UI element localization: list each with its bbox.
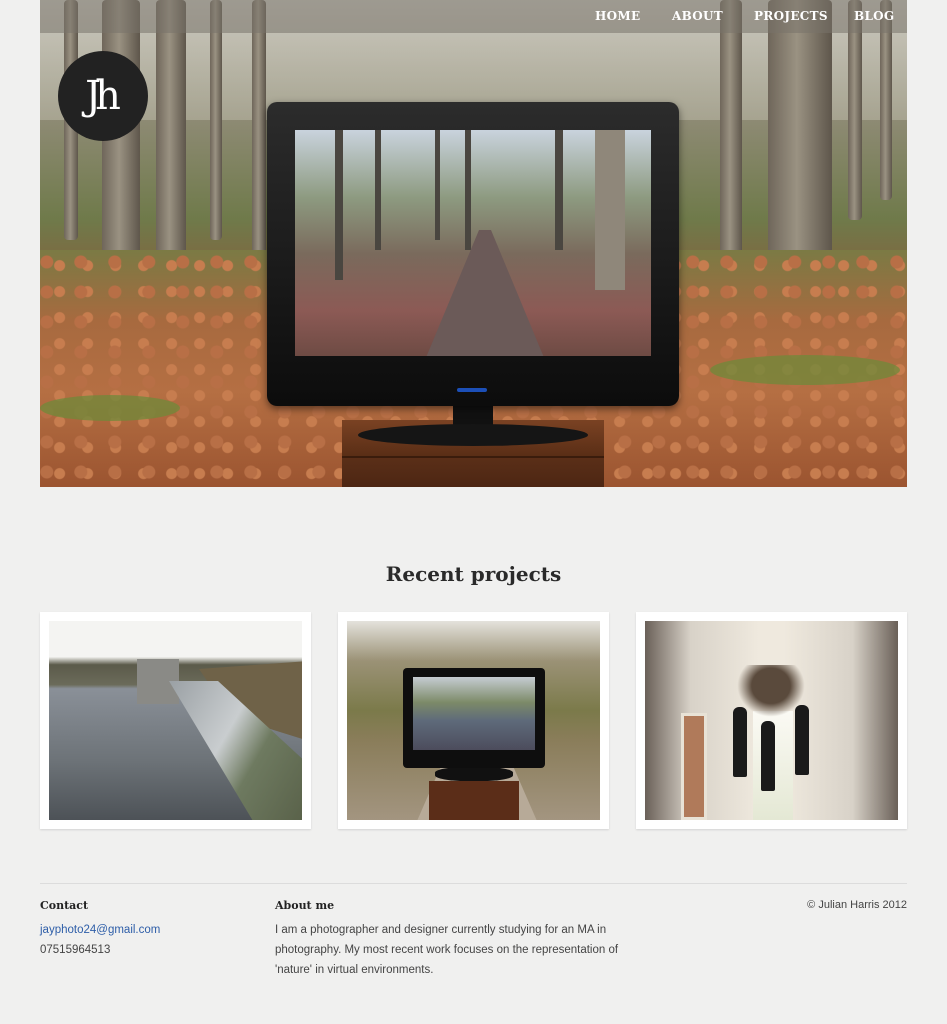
- project-card-reservoir[interactable]: [40, 612, 311, 829]
- about-me-line: photography. My most recent work focuses…: [275, 944, 619, 956]
- nav-blog-link[interactable]: BLOG: [854, 9, 894, 23]
- nav-about-link[interactable]: ABOUT: [672, 9, 723, 23]
- about-me-line: 'nature' in virtual environments.: [275, 964, 434, 976]
- hero-tv-screen: [295, 130, 651, 356]
- contact-phone: 07515964513: [40, 944, 111, 956]
- nav-home-link[interactable]: HOME: [595, 9, 640, 23]
- hero-tree: [252, 0, 266, 260]
- hero-tree: [210, 0, 222, 240]
- site-logo[interactable]: Jh: [58, 51, 148, 141]
- recent-projects-heading: Recent projects: [385, 562, 562, 586]
- project-thumbnail: [49, 621, 302, 820]
- tv-power-led: [457, 388, 487, 392]
- contact-details: jayphoto24@gmail.com 07515964513: [40, 920, 160, 960]
- project-card-corridor[interactable]: [636, 612, 907, 829]
- footer-divider: [40, 883, 907, 884]
- about-me-line: I am a photographer and designer current…: [275, 924, 607, 936]
- project-thumbnail: [645, 621, 898, 820]
- hero-image: [40, 0, 907, 487]
- project-thumbnail: [347, 621, 600, 820]
- about-me-text: I am a photographer and designer current…: [275, 920, 695, 980]
- hero-moss: [40, 395, 180, 421]
- contact-heading: Contact: [40, 899, 89, 912]
- project-card-television[interactable]: [338, 612, 609, 829]
- hero-tree: [720, 0, 742, 270]
- hero-tree: [848, 0, 862, 220]
- logo-monogram: Jh: [85, 73, 121, 119]
- about-me-heading: About me: [275, 899, 335, 912]
- hero-moss: [710, 355, 900, 385]
- copyright-text: © Julian Harris 2012: [807, 899, 907, 911]
- contact-email-link[interactable]: jayphoto24@gmail.com: [40, 924, 160, 936]
- nav-projects-link[interactable]: PROJECTS: [754, 9, 828, 23]
- hero-tv-stand: [358, 400, 588, 450]
- hero-television: [267, 102, 679, 406]
